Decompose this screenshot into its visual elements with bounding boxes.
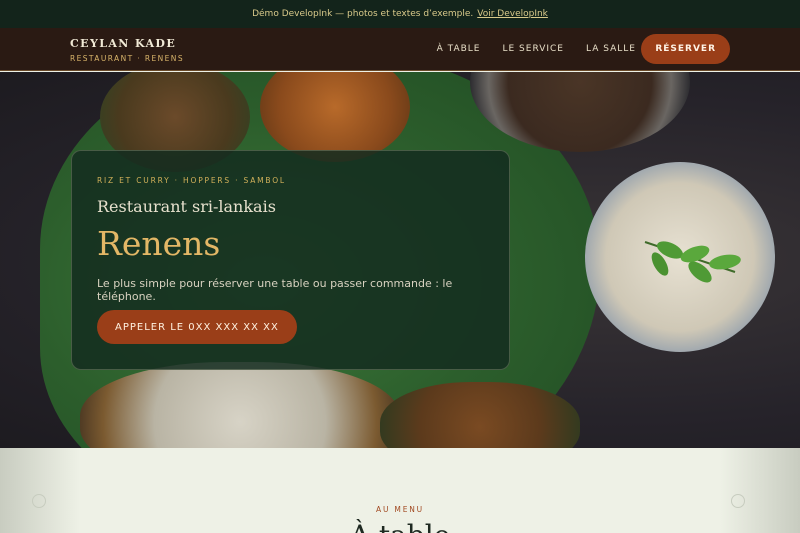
menu-title: À table xyxy=(0,519,800,533)
hero-text: Le plus simple pour réserver une table o… xyxy=(97,277,453,303)
hero-tagline: RIZ ET CURRY · HOPPERS · SAMBOL xyxy=(97,176,286,185)
nav-link-la-salle[interactable]: LA SALLE xyxy=(586,44,636,54)
main-navigation: CEYLAN KADE RESTAURANT · RENENS À TABLE … xyxy=(0,28,800,71)
fried-fish-image xyxy=(380,382,580,448)
brand-name: CEYLAN KADE xyxy=(70,37,177,50)
hero-card: RIZ ET CURRY · HOPPERS · SAMBOL Restaura… xyxy=(71,150,510,370)
nav-links: À TABLE LE SERVICE LA SALLE xyxy=(437,44,636,54)
nav-link-le-service[interactable]: LE SERVICE xyxy=(502,44,564,54)
demo-notice-text: Démo DevelopInk — photos et textes d’exe… xyxy=(252,9,474,19)
rice-dish-image xyxy=(80,362,400,448)
reserve-button[interactable]: RÉSERVER xyxy=(641,34,730,64)
curry-leaf-icon xyxy=(644,241,741,283)
brand-logo[interactable]: CEYLAN KADE RESTAURANT · RENENS xyxy=(70,37,184,63)
hero-subtitle: Restaurant sri-lankais xyxy=(97,197,276,216)
menu-section: AU MENU À table xyxy=(0,448,800,533)
brand-location: RESTAURANT · RENENS xyxy=(70,54,184,63)
nav-link-a-table[interactable]: À TABLE xyxy=(437,44,481,54)
menu-eyebrow: AU MENU xyxy=(376,505,424,514)
developink-link[interactable]: Voir DevelopInk xyxy=(477,9,548,19)
demo-notice-bar: Démo DevelopInk — photos et textes d’exe… xyxy=(0,0,800,28)
call-button[interactable]: APPELER LE 0XX XXX XX XX xyxy=(97,310,297,344)
hero-title: Renens xyxy=(97,224,221,263)
